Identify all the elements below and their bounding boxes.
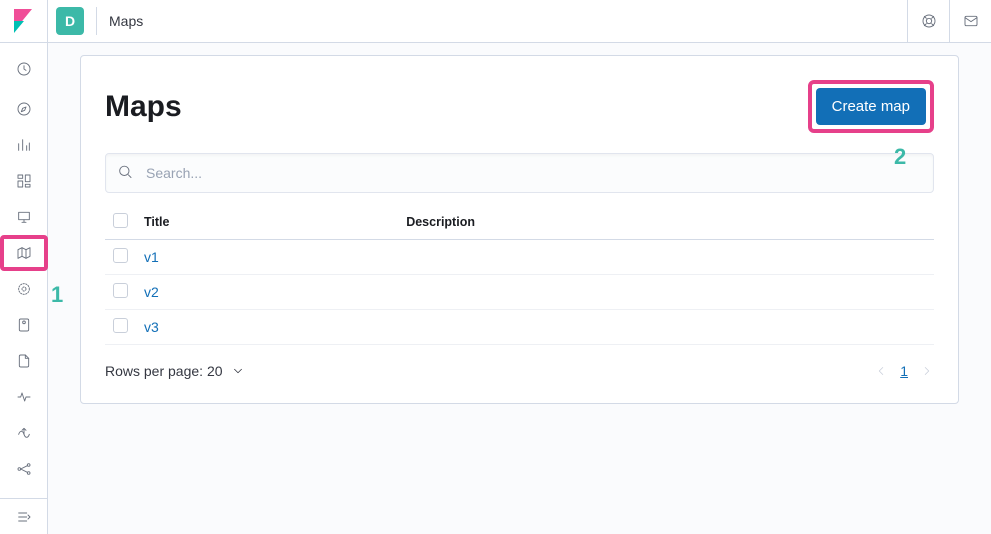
rows-per-page-label: Rows per page: 20 xyxy=(105,363,223,379)
maps-table: Title Description v1 v2 xyxy=(105,205,934,345)
chevron-left-icon xyxy=(874,364,888,378)
search-input[interactable] xyxy=(105,153,934,193)
create-map-highlight: Create map xyxy=(808,80,934,133)
sidebar-item-infra[interactable] xyxy=(0,307,48,343)
sidebar-item-logs[interactable] xyxy=(0,343,48,379)
maps-panel: Maps Create map Title xyxy=(80,55,959,404)
content: Maps Create map Title xyxy=(48,43,991,534)
ml-icon xyxy=(16,281,32,297)
sidebar-item-canvas[interactable] xyxy=(0,199,48,235)
sidebar-item-discover[interactable] xyxy=(0,91,48,127)
clock-icon xyxy=(16,61,32,77)
breadcrumb[interactable]: Maps xyxy=(109,13,143,29)
rows-per-page-button[interactable]: Rows per page: 20 xyxy=(105,363,245,379)
kibana-logo[interactable] xyxy=(0,0,48,43)
help-button[interactable] xyxy=(907,0,949,43)
row-checkbox[interactable] xyxy=(113,318,128,333)
sidebar-item-apm[interactable] xyxy=(0,379,48,415)
annotation-2: 2 xyxy=(894,144,906,170)
main-area: D Maps Maps Create map xyxy=(48,0,991,534)
uptime-icon xyxy=(16,425,32,441)
table-row: v1 xyxy=(105,240,934,275)
next-page-button[interactable] xyxy=(920,364,934,378)
divider xyxy=(96,7,97,35)
infra-icon xyxy=(16,317,32,333)
select-all-checkbox[interactable] xyxy=(113,213,128,228)
sidebar-collapse-button[interactable] xyxy=(0,498,47,534)
search-wrap xyxy=(105,153,934,193)
annotation-1: 1 xyxy=(51,282,63,308)
mail-icon xyxy=(963,13,979,29)
sidebar-nav xyxy=(0,43,48,498)
kibana-logo-icon xyxy=(14,9,34,33)
column-title[interactable]: Title xyxy=(136,205,398,240)
column-description[interactable]: Description xyxy=(398,205,934,240)
collapse-icon xyxy=(16,509,32,525)
row-description xyxy=(398,240,934,275)
sidebar-item-dashboard[interactable] xyxy=(0,163,48,199)
canvas-icon xyxy=(16,209,32,225)
pagination: 1 xyxy=(874,363,934,379)
search-icon xyxy=(117,164,133,183)
create-map-button[interactable]: Create map xyxy=(816,88,926,125)
help-icon xyxy=(921,13,937,29)
table-row: v3 xyxy=(105,310,934,345)
map-link[interactable]: v1 xyxy=(144,249,159,265)
siem-icon xyxy=(16,461,32,477)
compass-icon xyxy=(16,101,32,117)
sidebar-item-siem[interactable] xyxy=(0,451,48,487)
row-checkbox[interactable] xyxy=(113,283,128,298)
newsfeed-button[interactable] xyxy=(949,0,991,43)
map-link[interactable]: v2 xyxy=(144,284,159,300)
sidebar-item-ml[interactable] xyxy=(0,271,48,307)
maps-icon xyxy=(16,245,32,261)
row-description xyxy=(398,275,934,310)
page-number[interactable]: 1 xyxy=(900,363,908,379)
page-title: Maps xyxy=(105,90,182,124)
topbar: D Maps xyxy=(48,0,991,43)
chevron-right-icon xyxy=(920,364,934,378)
sidebar-item-visualize[interactable] xyxy=(0,127,48,163)
space-selector[interactable]: D xyxy=(56,7,84,35)
apm-icon xyxy=(16,389,32,405)
chevron-down-icon xyxy=(231,364,245,378)
logs-icon xyxy=(16,353,32,369)
sidebar-item-maps[interactable] xyxy=(0,235,48,271)
bar-chart-icon xyxy=(16,137,32,153)
table-footer: Rows per page: 20 1 xyxy=(105,345,934,379)
sidebar xyxy=(0,0,48,534)
table-row: v2 xyxy=(105,275,934,310)
map-link[interactable]: v3 xyxy=(144,319,159,335)
sidebar-item-uptime[interactable] xyxy=(0,415,48,451)
row-checkbox[interactable] xyxy=(113,248,128,263)
prev-page-button[interactable] xyxy=(874,364,888,378)
dashboard-icon xyxy=(16,173,32,189)
sidebar-item-recent[interactable] xyxy=(0,51,48,87)
row-description xyxy=(398,310,934,345)
